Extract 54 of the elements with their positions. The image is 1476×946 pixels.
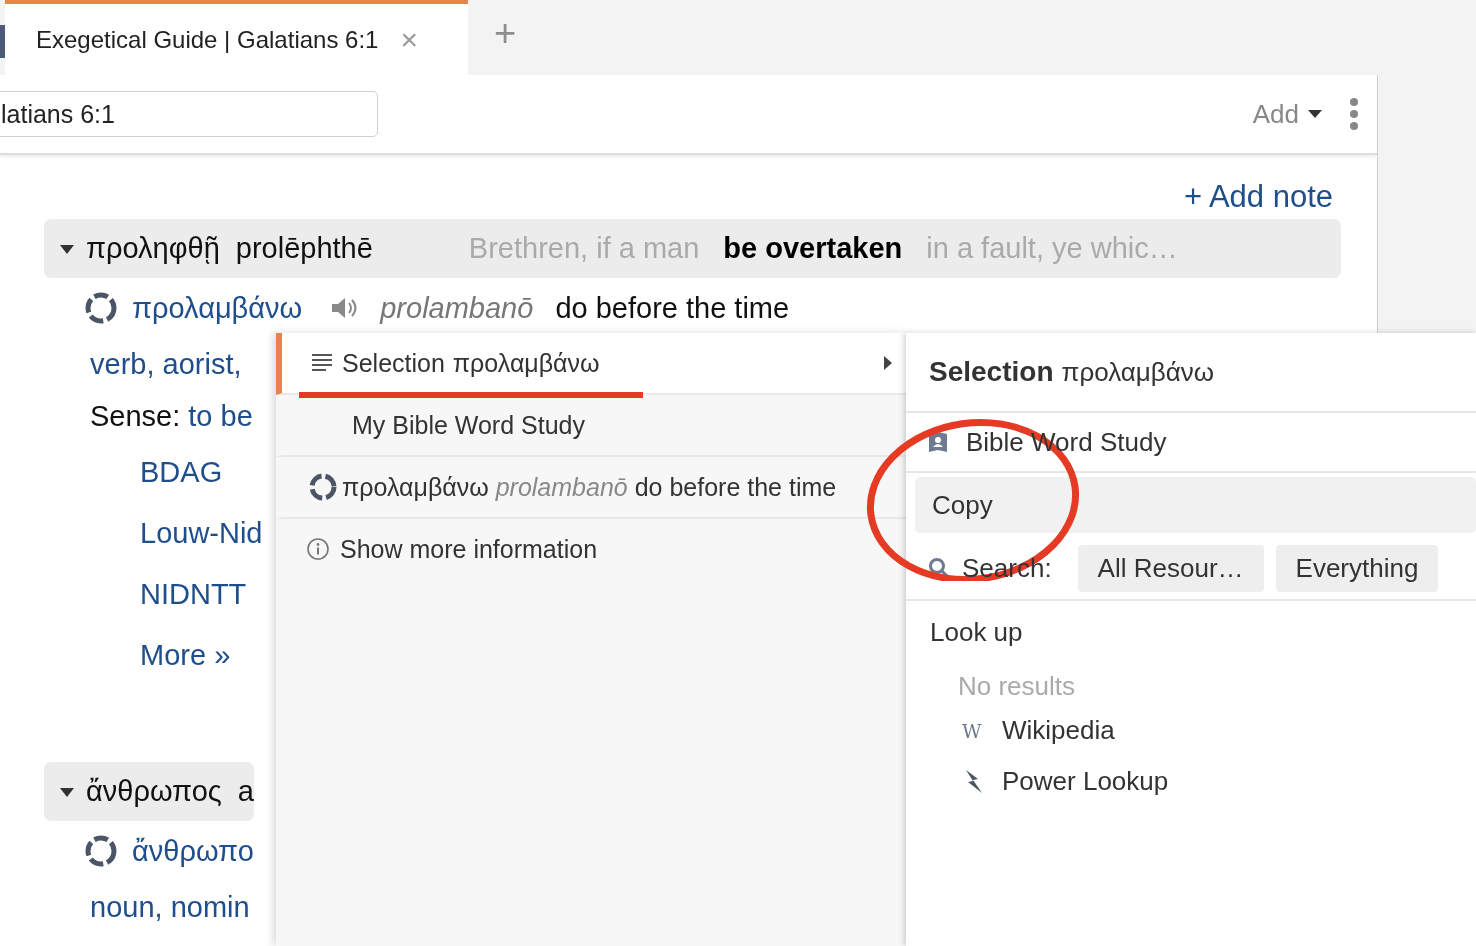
entry-header[interactable]: προληφθῇ prolēphthē Brethren, if a man be overtaken in a fault, ye whic… (44, 219, 1341, 278)
lexicon-link[interactable]: NIDNTT (140, 564, 247, 625)
search-scope-button[interactable]: All Resour… (1077, 544, 1264, 592)
entry-header[interactable]: ἄνθρωπος a (44, 762, 254, 821)
submenu-title: Selection (929, 356, 1054, 388)
lemma-icon (84, 834, 118, 868)
add-menu-button[interactable]: Add (1252, 98, 1323, 130)
sense-label: Sense: (90, 399, 181, 433)
info-icon (306, 537, 330, 561)
more-options-icon[interactable] (1349, 97, 1359, 131)
search-scope-button[interactable]: Everything (1275, 544, 1439, 592)
highlighted-word: be overtaken (723, 232, 903, 265)
speaker-icon (330, 296, 359, 320)
menu-label: My Bible Word Study (351, 410, 585, 440)
lemma-icon (308, 472, 338, 502)
lookup-link[interactable]: Power Lookup (930, 756, 1476, 807)
gloss: do before the time (555, 291, 790, 325)
menu-label: Show more information (340, 534, 598, 564)
menu-item[interactable]: Show more information (276, 519, 906, 579)
menu-item[interactable]: Copy (915, 477, 1476, 533)
section-title: Look up (930, 617, 1024, 649)
menu-item[interactable]: προλαμβάνω prolambanō do before the time (276, 457, 906, 519)
verse-context: in a fault, ye whic… (926, 232, 1178, 265)
transliteration: prolēphthē (235, 232, 373, 265)
lemma-summary: προλαμβάνω prolambanō do before the time (342, 472, 837, 502)
menu-item[interactable]: Selection προλαμβάνω (276, 333, 906, 395)
parsing-link[interactable]: noun, nomin (90, 890, 250, 924)
greek-word: προληφθῇ (86, 232, 220, 265)
menu-label: Selection (342, 348, 445, 378)
menu-label: Copy (932, 489, 993, 521)
caret-icon (1307, 109, 1323, 119)
empty-message: No results (957, 670, 1077, 703)
lemma-link[interactable]: προλαμβάνω (132, 291, 303, 325)
greek-word: ἄνθρωπος (86, 775, 222, 808)
lexicon-link[interactable]: BDAG (140, 442, 223, 503)
selected-term: προλαμβάνω (1061, 356, 1215, 388)
lookup-link[interactable]: W Wikipedia (930, 705, 1476, 756)
verse-context: Brethren, if a man (468, 232, 700, 265)
sense-link[interactable]: to be (188, 399, 253, 433)
submenu-arrow-icon (884, 356, 892, 370)
add-note-link[interactable]: + Add note (44, 179, 1341, 219)
lexicon-link[interactable]: Louw-Nid (140, 503, 263, 564)
tab-title: Exegetical Guide | Galatians 6:1 (36, 25, 379, 54)
lemma-link[interactable]: ἄνθρωπο (132, 834, 254, 868)
lemma-icon (84, 291, 118, 325)
reference-field[interactable]: latians 6:1 (0, 91, 378, 137)
document-tab[interactable]: Exegetical Guide | Galatians 6:1 × (5, 0, 468, 75)
text-lines-icon (312, 354, 332, 372)
parsing-link[interactable]: verb, aorist, (90, 347, 242, 381)
wikipedia-icon: W (962, 719, 984, 742)
lemma-transliteration: prolambanō (380, 291, 534, 325)
more-link[interactable]: More » (140, 625, 231, 686)
selected-term: προλαμβάνω (452, 348, 600, 378)
transliteration: a (237, 775, 254, 808)
